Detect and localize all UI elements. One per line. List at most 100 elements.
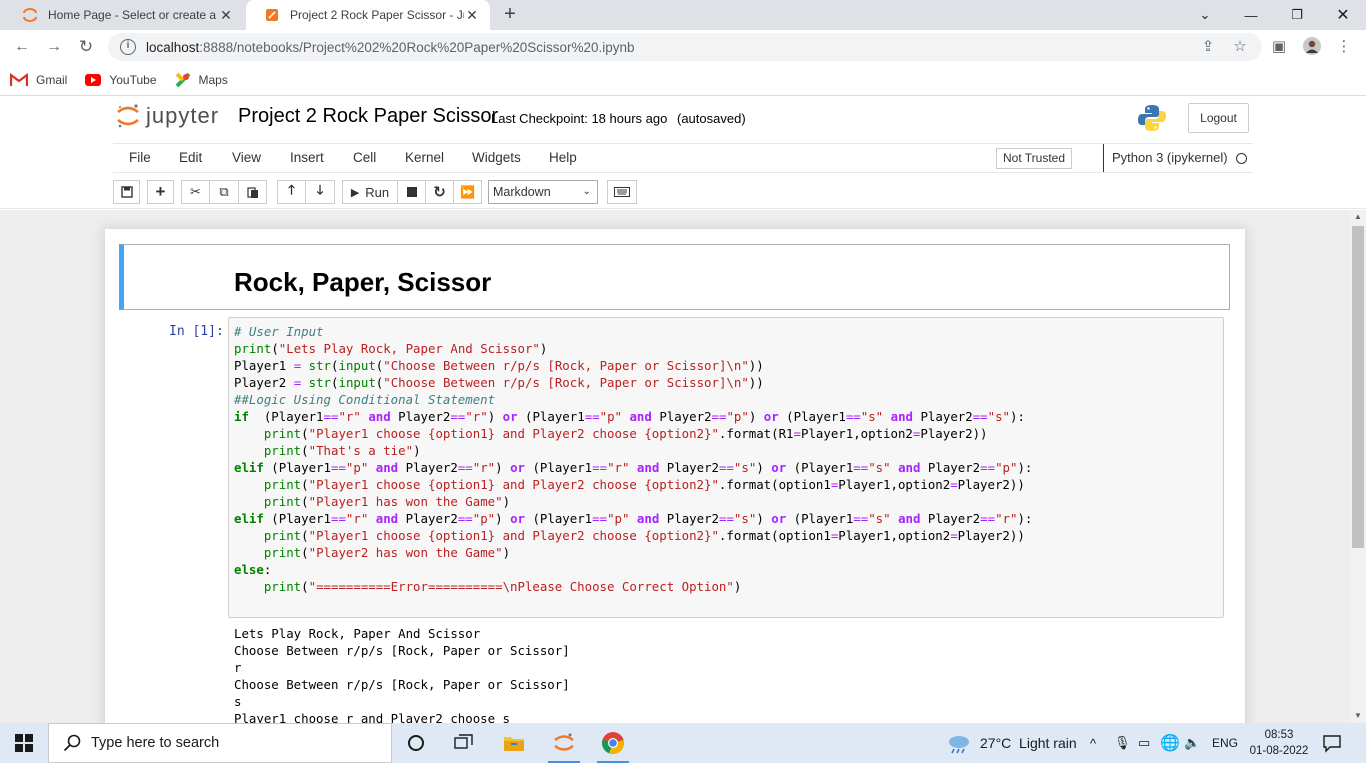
page-scrollbar[interactable]: ▲ ▼ <box>1350 210 1366 723</box>
save-icon[interactable] <box>113 180 140 204</box>
address-bar[interactable]: i localhost:8888/notebooks/Project%202%2… <box>108 33 1262 61</box>
tray-overflow-icon[interactable]: ^ <box>1090 723 1096 763</box>
scrollbar-thumb[interactable] <box>1352 226 1364 548</box>
taskbar-search[interactable]: Type here to search <box>48 723 392 763</box>
maps-icon <box>175 72 190 87</box>
youtube-icon <box>85 73 102 86</box>
notebook-name[interactable]: Project 2 Rock Paper Scissor <box>238 105 498 128</box>
chrome-taskbar-icon[interactable] <box>589 723 637 763</box>
cortana-icon[interactable] <box>392 723 440 763</box>
jupyter-header: jupyter Project 2 Rock Paper Scissor Las… <box>0 97 1366 209</box>
scroll-down-icon[interactable]: ▼ <box>1350 709 1366 723</box>
bookmarks-bar: Gmail YouTube Maps <box>0 64 1366 96</box>
chrome-menu-icon[interactable]: ⋮ <box>1333 35 1355 57</box>
windows-taskbar: Type here to search 27°C Light rain ^ 🎙 … <box>0 723 1366 763</box>
menu-insert[interactable]: Insert <box>290 144 324 172</box>
restart-icon[interactable]: ↻ <box>425 180 454 204</box>
file-explorer-icon[interactable] <box>490 723 538 763</box>
fast-forward-icon[interactable]: ⏩ <box>453 180 482 204</box>
task-view-icon[interactable] <box>440 723 488 763</box>
markdown-cell[interactable]: Rock, Paper, Scissor <box>119 244 1230 310</box>
site-info-icon[interactable]: i <box>120 39 136 55</box>
notebook-favicon-icon <box>266 9 278 21</box>
bookmark-youtube[interactable]: YouTube <box>85 72 157 87</box>
bookmark-label: YouTube <box>109 72 157 87</box>
bookmark-maps[interactable]: Maps <box>175 72 228 88</box>
new-tab-button[interactable]: + <box>498 3 522 27</box>
logout-button[interactable]: Logout <box>1188 103 1249 133</box>
close-icon[interactable]: ✕ <box>464 7 480 24</box>
side-panel-icon[interactable]: ▣ <box>1268 35 1290 57</box>
bookmark-label: Gmail <box>36 72 68 87</box>
url-path: :8888/notebooks/Project%202%20Rock%20Pap… <box>199 39 635 55</box>
minimize-button[interactable]: — <box>1228 0 1274 30</box>
browser-toolbar: ← → ↻ i localhost:8888/notebooks/Project… <box>0 30 1366 64</box>
bookmark-star-icon[interactable]: ☆ <box>1229 35 1251 57</box>
share-icon[interactable]: ⇪ <box>1197 35 1219 57</box>
language-indicator[interactable]: ENG <box>1212 723 1238 763</box>
move-down-icon[interactable]: 🡓 <box>305 180 335 204</box>
jupyter-wordmark: jupyter <box>146 103 220 128</box>
add-cell-icon[interactable]: + <box>147 180 174 204</box>
profile-avatar[interactable] <box>1301 35 1323 57</box>
rain-cloud-icon <box>949 736 969 754</box>
forward-button[interactable]: → <box>42 35 66 59</box>
close-window-button[interactable]: ✕ <box>1320 0 1366 30</box>
search-icon <box>63 734 81 752</box>
autosave-status: (autosaved) <box>677 111 746 126</box>
close-icon[interactable]: ✕ <box>218 7 234 24</box>
battery-icon[interactable]: ▭ <box>1138 723 1150 763</box>
menu-file[interactable]: File <box>129 144 151 172</box>
menu-kernel[interactable]: Kernel <box>405 144 444 172</box>
notebook-area: Rock, Paper, Scissor In [1]: # User Inpu… <box>0 210 1350 723</box>
menu-edit[interactable]: Edit <box>179 144 202 172</box>
chevron-down-icon: ⌄ <box>582 186 591 197</box>
menu-widgets[interactable]: Widgets <box>472 144 521 172</box>
back-button[interactable]: ← <box>10 35 34 59</box>
copy-icon[interactable]: ⧉ <box>209 180 239 204</box>
meet-now-icon[interactable]: 🎙 <box>1114 723 1131 763</box>
restore-button[interactable]: ❐ <box>1274 0 1320 30</box>
keyboard-icon[interactable] <box>607 180 637 204</box>
code-cell[interactable]: # User Input print("Lets Play Rock, Pape… <box>228 317 1224 618</box>
kernel-name[interactable]: Python 3 (ipykernel) <box>1103 144 1228 172</box>
code-editor[interactable]: # User Input print("Lets Play Rock, Pape… <box>234 323 1032 595</box>
notification-icon[interactable] <box>1322 733 1342 756</box>
cell-output: Lets Play Rock, Paper And Scissor Choose… <box>234 626 570 723</box>
scroll-up-icon[interactable]: ▲ <box>1350 210 1366 224</box>
stop-icon[interactable] <box>397 180 426 204</box>
trust-indicator[interactable]: Not Trusted <box>996 148 1073 169</box>
menu-cell[interactable]: Cell <box>353 144 376 172</box>
input-prompt: In [1]: <box>169 324 224 339</box>
python-logo-icon <box>1138 105 1166 131</box>
jupyter-logo[interactable]: jupyter <box>116 103 219 129</box>
kernel-idle-icon <box>1236 153 1247 164</box>
tab-title: Project 2 Rock Paper Scissor - Jup <box>290 8 464 22</box>
tab-home-page[interactable]: Home Page - Select or create a n ✕ <box>4 0 244 30</box>
bookmark-gmail[interactable]: Gmail <box>10 72 68 87</box>
volume-icon[interactable]: 🔈 <box>1184 723 1200 763</box>
menu-view[interactable]: View <box>232 144 261 172</box>
play-icon: ▶ <box>350 186 360 199</box>
move-up-icon[interactable]: 🡑 <box>277 180 306 204</box>
taskbar-clock[interactable]: 08:53 01-08-2022 <box>1249 727 1309 759</box>
jupyter-taskbar-icon[interactable] <box>540 723 588 763</box>
screen: { "browser": { "tabs": [ {"title": "Home… <box>0 0 1366 763</box>
tab-search-icon[interactable]: ⌄ <box>1182 0 1228 30</box>
weather-widget[interactable]: 27°C Light rain <box>946 723 1077 763</box>
tab-project-notebook[interactable]: Project 2 Rock Paper Scissor - Jup ✕ <box>246 0 490 30</box>
network-icon[interactable]: 🌐 <box>1160 723 1180 763</box>
paste-icon[interactable] <box>238 180 267 204</box>
bookmark-label: Maps <box>198 72 228 87</box>
cut-icon[interactable]: ✂ <box>181 180 210 204</box>
gmail-icon <box>10 72 28 86</box>
run-label: Run <box>365 184 390 200</box>
clock-time: 08:53 <box>1264 729 1294 741</box>
windows-start-button[interactable] <box>0 723 48 763</box>
cell-type-select[interactable]: Markdown ⌄ <box>488 180 598 204</box>
clock-date: 01-08-2022 <box>1249 745 1309 757</box>
menu-help[interactable]: Help <box>549 144 577 172</box>
reload-button[interactable]: ↻ <box>74 35 98 59</box>
url-text: localhost:8888/notebooks/Project%202%20R… <box>146 40 635 55</box>
run-button[interactable]: ▶ Run <box>342 180 398 204</box>
